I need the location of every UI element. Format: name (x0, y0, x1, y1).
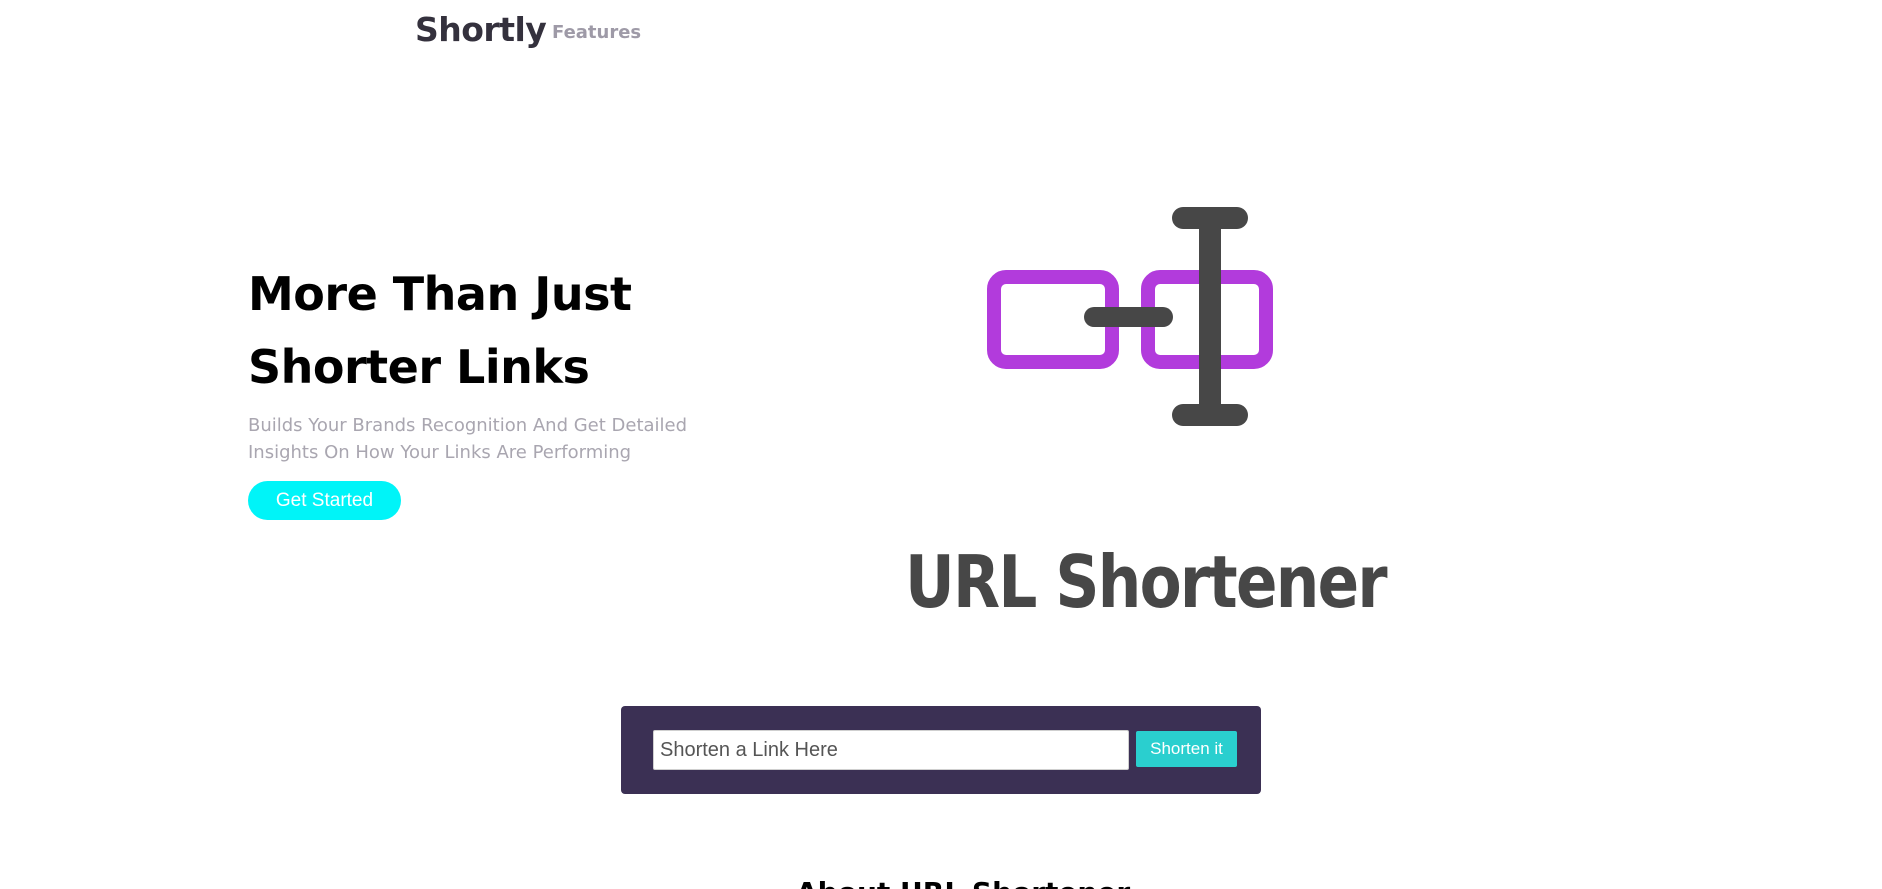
shorten-link-input[interactable] (653, 730, 1129, 770)
shorten-it-button[interactable]: Shorten it (1136, 731, 1237, 767)
hero-subtitle: Builds Your Brands Recognition And Get D… (248, 412, 728, 466)
hero-subtitle-line2: Insights On How Your Links Are Performin… (248, 442, 632, 463)
brand-logo[interactable]: Shortly (415, 10, 547, 49)
nav-link-features[interactable]: Features (552, 22, 641, 43)
hero-subtitle-line1: Builds Your Brands Recognition And Get D… (248, 415, 688, 436)
hero-title-line1: More Than Just (248, 267, 632, 321)
page: Shortly Features More Than Just Shorter … (0, 0, 1882, 889)
get-started-button[interactable]: Get Started (248, 481, 401, 520)
about-heading: About URL Shortener (796, 876, 1130, 889)
chain-link-cursor-icon (975, 203, 1275, 428)
hero-title-line2: Shorter Links (248, 340, 590, 394)
url-shortener-logo-text: URL Shortener (905, 540, 1388, 624)
hero-title: More Than Just Shorter Links (248, 258, 768, 404)
shorten-form: Shorten it (621, 706, 1261, 794)
